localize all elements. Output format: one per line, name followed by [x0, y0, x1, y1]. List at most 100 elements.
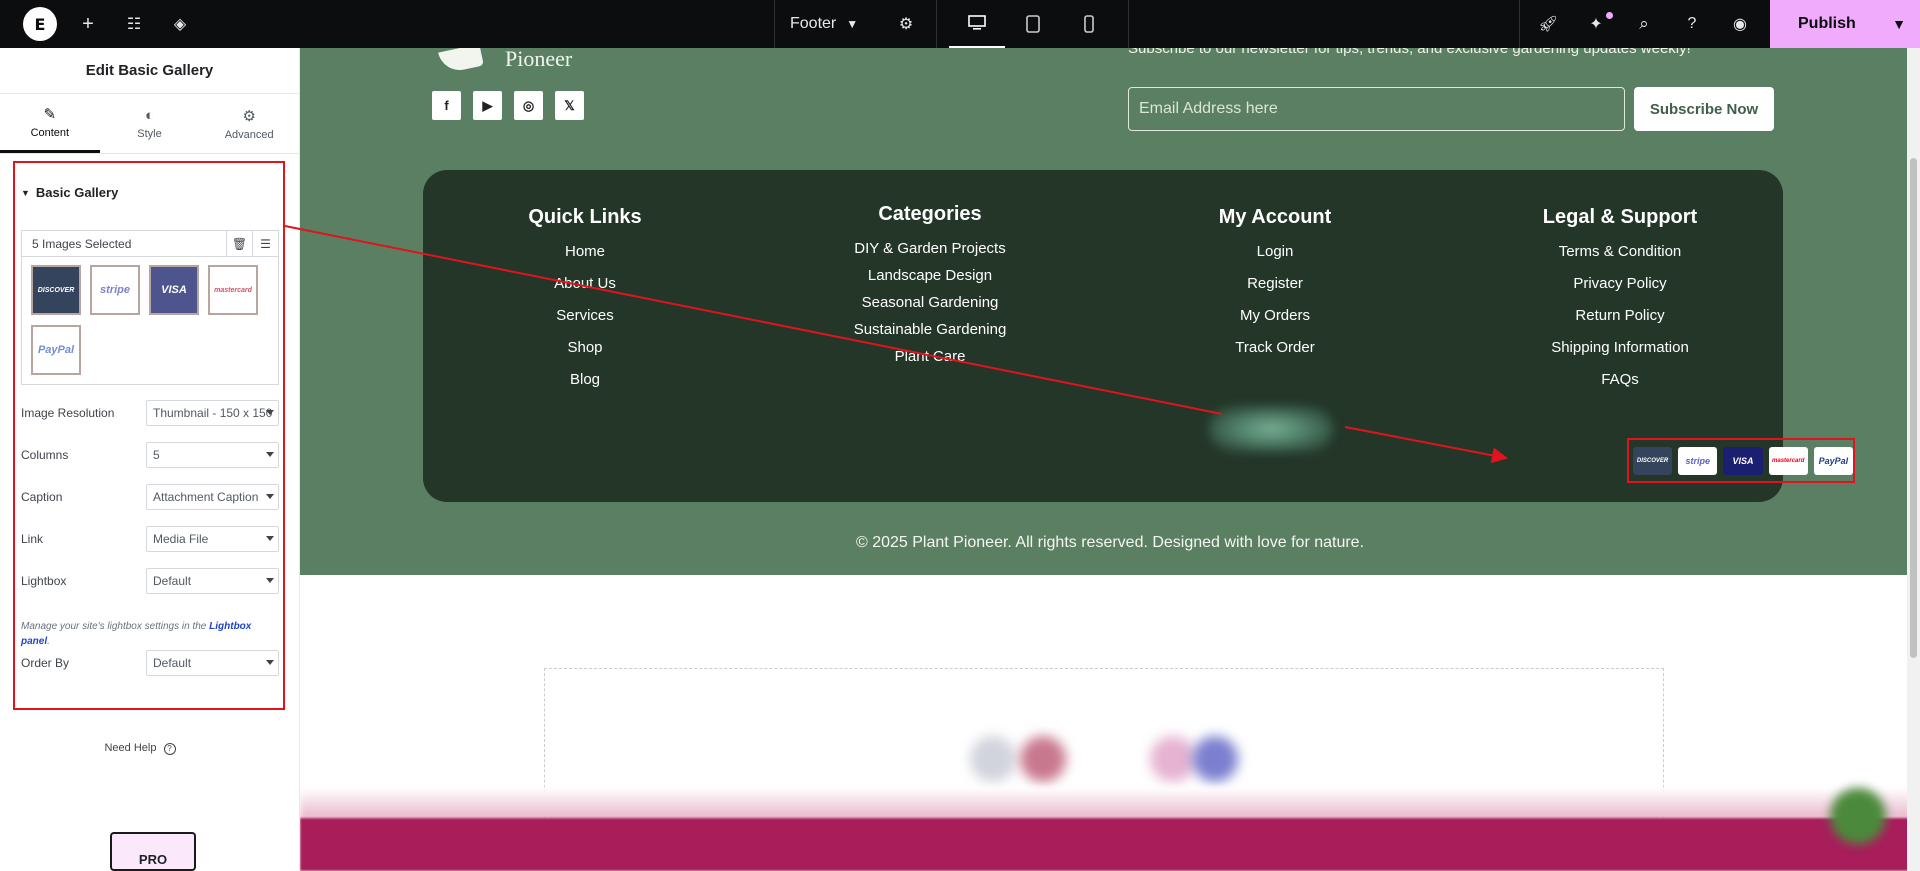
link-select[interactable]: Media File [146, 526, 279, 552]
pro-promo-badge[interactable]: PRO [110, 832, 196, 871]
chevron-down-icon[interactable]: ▼ [1878, 16, 1920, 32]
payment-logo: stripe [1678, 446, 1718, 475]
footer-link[interactable]: Shipping Information [1500, 339, 1740, 356]
tab-label: Content [30, 127, 70, 139]
payment-logo: PayPal [1813, 446, 1854, 475]
social-links: f ▶ ◎ 𝕏 [432, 91, 584, 120]
select-value: Thumbnail - 150 x 150 [153, 406, 273, 420]
footer-link[interactable]: FAQs [1500, 371, 1740, 388]
scrollbar-thumb[interactable] [1910, 158, 1917, 658]
email-input[interactable]: Email Address here [1128, 87, 1625, 131]
payment-gallery-widget[interactable]: DISCOVER stripe VISA mastercard PayPal [1627, 438, 1855, 483]
control-label: Order By [21, 656, 70, 670]
publish-button[interactable]: Publish ▼ [1770, 0, 1920, 48]
caption-select[interactable]: Attachment Caption [146, 484, 279, 510]
footer-link[interactable]: Terms & Condition [1500, 243, 1740, 260]
chat-widget-icon[interactable] [1830, 788, 1886, 844]
columns-select[interactable]: 5 [146, 442, 279, 468]
rocket-icon[interactable]: 🚀︎ [1528, 0, 1568, 48]
preview-eye-icon[interactable]: ◉ [1720, 0, 1760, 48]
structure-layers-icon[interactable]: ◈ [160, 0, 200, 48]
gallery-thumbnail[interactable]: DISCOVER [31, 265, 81, 315]
lightbox-note: Manage your site's lightbox settings in … [21, 621, 252, 647]
tab-advanced[interactable]: ⚙ Advanced [199, 94, 299, 153]
search-icon[interactable]: ⌕ [1624, 0, 1664, 48]
mobile-icon [1084, 15, 1094, 33]
gallery-thumbnail[interactable]: mastercard [208, 265, 258, 315]
column-title: Categories [878, 203, 982, 225]
x-icon[interactable]: 𝕏 [555, 91, 584, 120]
footer-link[interactable]: Seasonal Gardening [810, 294, 1050, 311]
footer-link[interactable]: About Us [465, 275, 705, 292]
desktop-view-button[interactable] [949, 0, 1005, 48]
footer-link[interactable]: Home [465, 243, 705, 260]
gallery-thumbnails[interactable]: DISCOVER stripe VISA mastercard PayPal [22, 257, 278, 383]
canvas-scrollbar[interactable] [1907, 48, 1920, 871]
payment-logo: DISCOVER [1633, 446, 1673, 475]
footer-link[interactable]: Track Order [1155, 339, 1395, 356]
brand-name: Pioneer [505, 48, 573, 71]
gallery-thumbnail[interactable]: VISA [149, 265, 199, 315]
elementor-logo-icon[interactable]: E [23, 7, 57, 41]
footer-link[interactable]: Sustainable Gardening [810, 321, 1050, 338]
youtube-icon[interactable]: ▶ [473, 91, 502, 120]
blurred-element [1192, 736, 1238, 782]
divider [1128, 0, 1129, 48]
column-links: Home About Us Services Shop Blog [465, 243, 705, 388]
images-selected-count[interactable]: 5 Images Selected [22, 237, 226, 251]
tab-label: Style [137, 128, 162, 140]
desktop-icon [968, 15, 986, 30]
footer-column-categories: Categories DIY & Garden Projects Landsca… [810, 203, 1050, 365]
dropdown-arrow-icon [266, 536, 274, 541]
section-toggle[interactable]: ▼ Basic Gallery [21, 185, 118, 200]
panel-tabs: ✎ Content ◐ Style ⚙ Advanced [0, 94, 299, 154]
footer-link[interactable]: Login [1155, 243, 1395, 260]
control-label: Lightbox [21, 574, 67, 588]
order-by-select[interactable]: Default [146, 650, 279, 676]
document-switcher[interactable]: Footer ▼ [790, 0, 858, 48]
dropdown-arrow-icon [266, 410, 274, 415]
whats-new-icon[interactable]: ✦ [1576, 0, 1616, 48]
divider [1519, 0, 1520, 48]
caret-down-icon: ▼ [21, 187, 30, 198]
footer-link[interactable]: Landscape Design [810, 267, 1050, 284]
footer-link[interactable]: My Orders [1155, 307, 1395, 324]
divider [936, 0, 937, 48]
help-icon[interactable]: ? [1672, 0, 1712, 48]
chevron-down-icon: ▼ [846, 17, 859, 31]
footer-link[interactable]: Return Policy [1500, 307, 1740, 324]
footer-link[interactable]: Register [1155, 275, 1395, 292]
page-settings-gear-icon[interactable]: ⚙ [886, 0, 926, 48]
column-links: DIY & Garden Projects Landscape Design S… [810, 240, 1050, 365]
footer-link[interactable]: Privacy Policy [1500, 275, 1740, 292]
database-icon[interactable]: ☰ [252, 230, 278, 257]
footer-link[interactable]: Plant Care [810, 348, 1050, 365]
blurred-element [300, 788, 1920, 820]
site-settings-icon[interactable]: ☷ [114, 0, 154, 48]
footer-link[interactable]: Shop [465, 339, 705, 356]
footer-link[interactable]: DIY & Garden Projects [810, 240, 1050, 257]
need-help-link[interactable]: Need Help ? [0, 742, 280, 755]
section-title: Basic Gallery [35, 185, 119, 200]
blurred-element [1150, 736, 1196, 782]
gallery-thumbnail[interactable]: PayPal [31, 325, 81, 375]
tab-content[interactable]: ✎ Content [0, 94, 100, 153]
footer-link[interactable]: Services [465, 307, 705, 324]
tab-style[interactable]: ◐ Style [100, 94, 200, 153]
mobile-view-button[interactable] [1061, 0, 1117, 48]
gallery-thumbnail[interactable]: stripe [90, 265, 140, 315]
trash-icon[interactable]: 🗑︎ [226, 230, 252, 257]
payment-logo: mastercard [1768, 446, 1808, 475]
subscribe-button[interactable]: Subscribe Now [1634, 87, 1774, 131]
image-resolution-select[interactable]: Thumbnail - 150 x 150 [146, 400, 279, 426]
facebook-icon[interactable]: f [432, 91, 461, 120]
footer-link[interactable]: Blog [465, 371, 705, 388]
add-element-icon[interactable]: + [68, 0, 108, 48]
tab-label: Advanced [224, 128, 274, 141]
column-title: My Account [1218, 206, 1332, 228]
lightbox-select[interactable]: Default [146, 568, 279, 594]
tablet-view-button[interactable] [1005, 0, 1061, 48]
dropdown-arrow-icon [266, 578, 274, 583]
basic-gallery-section: ▼ Basic Gallery 5 Images Selected 🗑︎ ☰ D… [13, 161, 285, 710]
instagram-icon[interactable]: ◎ [514, 91, 543, 120]
